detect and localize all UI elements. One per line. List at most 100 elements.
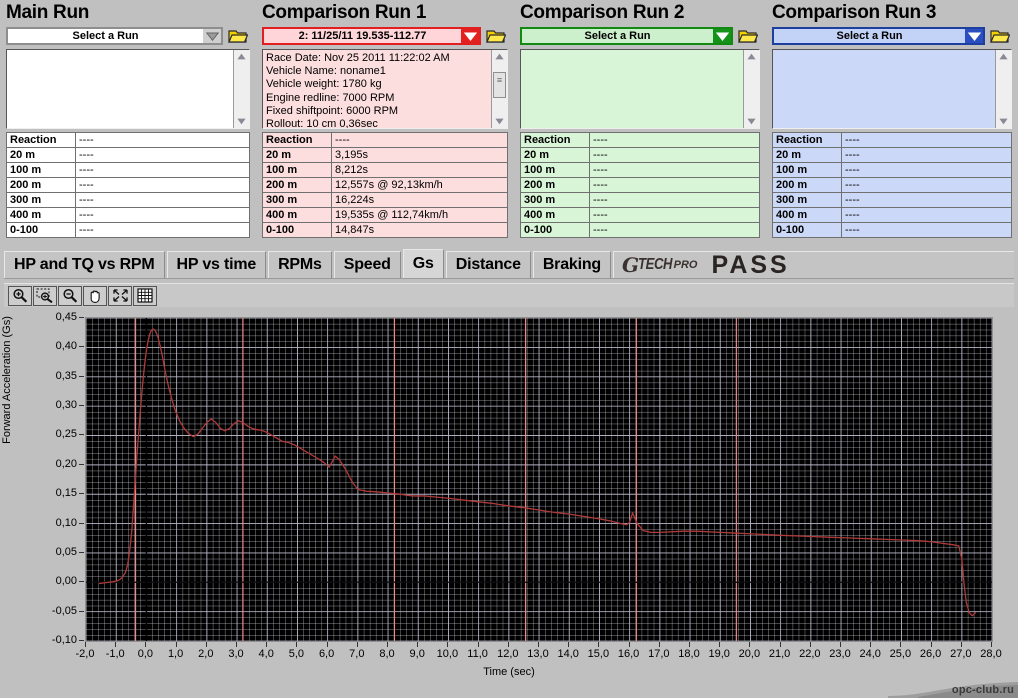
chevron-down-icon[interactable] <box>203 29 221 43</box>
x-tick-mark <box>689 642 690 647</box>
folder-open-icon[interactable] <box>988 27 1012 46</box>
y-tick-mark <box>79 611 84 612</box>
x-tick-label: 28,0 <box>971 649 1011 660</box>
tab-braking[interactable]: Braking <box>533 251 611 278</box>
results-table: Reaction----20 m----100 m----200 m----30… <box>772 132 1012 238</box>
tab-hp-vs-time[interactable]: HP vs time <box>167 251 267 278</box>
info-line: Vehicle weight: 1780 kg <box>266 78 488 91</box>
scrollbar-thumb[interactable]: ≡ <box>493 72 506 98</box>
results-table: Reaction----20 m----100 m----200 m----30… <box>6 132 250 238</box>
run-info-text <box>7 50 233 128</box>
scroll-up-icon[interactable] <box>997 50 1010 63</box>
info-scrollbar[interactable] <box>233 50 249 128</box>
run-selector-row: Select a Run <box>520 26 760 46</box>
y-tick-label: -0,05 <box>31 606 77 616</box>
panel-title: Comparison Run 2 <box>520 2 760 26</box>
run-info-text: Race Date: Nov 25 2011 11:22:02 AMVehicl… <box>263 50 491 128</box>
table-row: 300 m---- <box>7 193 250 208</box>
run-panel-3: Comparison Run 3Select a RunReaction----… <box>766 0 1018 248</box>
metric-value: ---- <box>590 193 760 208</box>
run-info-box <box>520 49 760 129</box>
table-row: 400 m19,535s @ 112,74km/h <box>263 208 508 223</box>
run-select-combobox[interactable]: Select a Run <box>6 27 223 45</box>
x-tick-mark <box>417 642 418 647</box>
y-tick-label: 0,30 <box>31 400 77 410</box>
metric-label: Reaction <box>7 133 76 148</box>
run-select-combobox[interactable]: Select a Run <box>520 27 733 45</box>
plot-canvas[interactable] <box>85 317 993 642</box>
panel-title: Comparison Run 1 <box>262 2 508 26</box>
tab-gs[interactable]: Gs <box>403 249 444 278</box>
metric-label: Reaction <box>263 133 332 148</box>
metric-label: 20 m <box>773 148 842 163</box>
tab-distance[interactable]: Distance <box>446 251 531 278</box>
x-axis-label: Time (sec) <box>6 666 1012 678</box>
metric-label: 200 m <box>263 178 332 193</box>
scroll-down-icon[interactable] <box>745 115 758 128</box>
folder-open-icon[interactable] <box>736 27 760 46</box>
info-scrollbar[interactable] <box>995 50 1011 128</box>
tab-label: HP and TQ vs RPM <box>14 256 155 274</box>
chevron-down-icon[interactable] <box>461 29 479 43</box>
run-select-combobox[interactable]: 2: 11/25/11 19.535-112.77 <box>262 27 481 45</box>
chevron-down-icon[interactable] <box>713 29 731 43</box>
metric-value: ---- <box>590 223 760 238</box>
chevron-down-icon[interactable] <box>965 29 983 43</box>
y-tick-label: 0,35 <box>31 371 77 381</box>
scroll-up-icon[interactable] <box>745 50 758 63</box>
metric-label: 200 m <box>7 178 76 193</box>
metric-value: ---- <box>842 223 1012 238</box>
folder-open-icon[interactable] <box>226 27 250 46</box>
metric-value: ---- <box>842 178 1012 193</box>
grid-toggle-icon[interactable] <box>133 286 157 306</box>
x-tick-mark <box>719 642 720 647</box>
metric-value: ---- <box>842 148 1012 163</box>
zoom-out-icon[interactable] <box>58 286 82 306</box>
tab-label: Gs <box>413 255 434 273</box>
scroll-down-icon[interactable] <box>493 115 506 128</box>
table-row: 20 m3,195s <box>263 148 508 163</box>
x-tick-mark <box>568 642 569 647</box>
info-scrollbar[interactable]: ≡ <box>491 50 507 128</box>
metric-label: 100 m <box>773 163 842 178</box>
run-info-text <box>521 50 743 128</box>
tab-rpms[interactable]: RPMs <box>268 251 332 278</box>
metric-value: 14,847s <box>332 223 508 238</box>
metric-value: ---- <box>842 208 1012 223</box>
table-row: 300 m---- <box>773 193 1012 208</box>
pan-hand-icon[interactable] <box>83 286 107 306</box>
table-row: 400 m---- <box>521 208 760 223</box>
info-scrollbar[interactable] <box>743 50 759 128</box>
metric-value: 3,195s <box>332 148 508 163</box>
y-axis-label: Forward Acceleration (Gs) <box>1 270 13 490</box>
run-select-value: Select a Run <box>8 29 203 43</box>
x-tick-mark <box>357 642 358 647</box>
table-row: 0-100---- <box>773 223 1012 238</box>
logo-pass: PASS <box>712 251 790 278</box>
table-row: Reaction---- <box>263 133 508 148</box>
logo-g: G <box>622 253 638 277</box>
scroll-down-icon[interactable] <box>235 115 248 128</box>
tab-speed[interactable]: Speed <box>334 251 401 278</box>
x-tick-mark <box>749 642 750 647</box>
metric-label: 20 m <box>521 148 590 163</box>
zoom-box-icon[interactable] <box>33 286 57 306</box>
tab-label: Speed <box>344 256 391 274</box>
folder-open-icon[interactable] <box>484 27 508 46</box>
metric-label: 400 m <box>263 208 332 223</box>
metric-value: ---- <box>590 178 760 193</box>
table-row: 100 m---- <box>7 163 250 178</box>
scroll-up-icon[interactable] <box>493 50 506 63</box>
y-tick-mark <box>79 552 84 553</box>
panel-title: Main Run <box>6 2 250 26</box>
fit-expand-icon[interactable] <box>108 286 132 306</box>
scroll-up-icon[interactable] <box>235 50 248 63</box>
metric-value: 16,224s <box>332 193 508 208</box>
metric-value: ---- <box>76 193 250 208</box>
run-select-combobox[interactable]: Select a Run <box>772 27 985 45</box>
tab-hp-and-tq-vs-rpm[interactable]: HP and TQ vs RPM <box>4 251 165 278</box>
table-row: 200 m12,557s @ 92,13km/h <box>263 178 508 193</box>
table-row: 100 m---- <box>521 163 760 178</box>
run-selector-row: Select a Run <box>772 26 1012 46</box>
scroll-down-icon[interactable] <box>997 115 1010 128</box>
